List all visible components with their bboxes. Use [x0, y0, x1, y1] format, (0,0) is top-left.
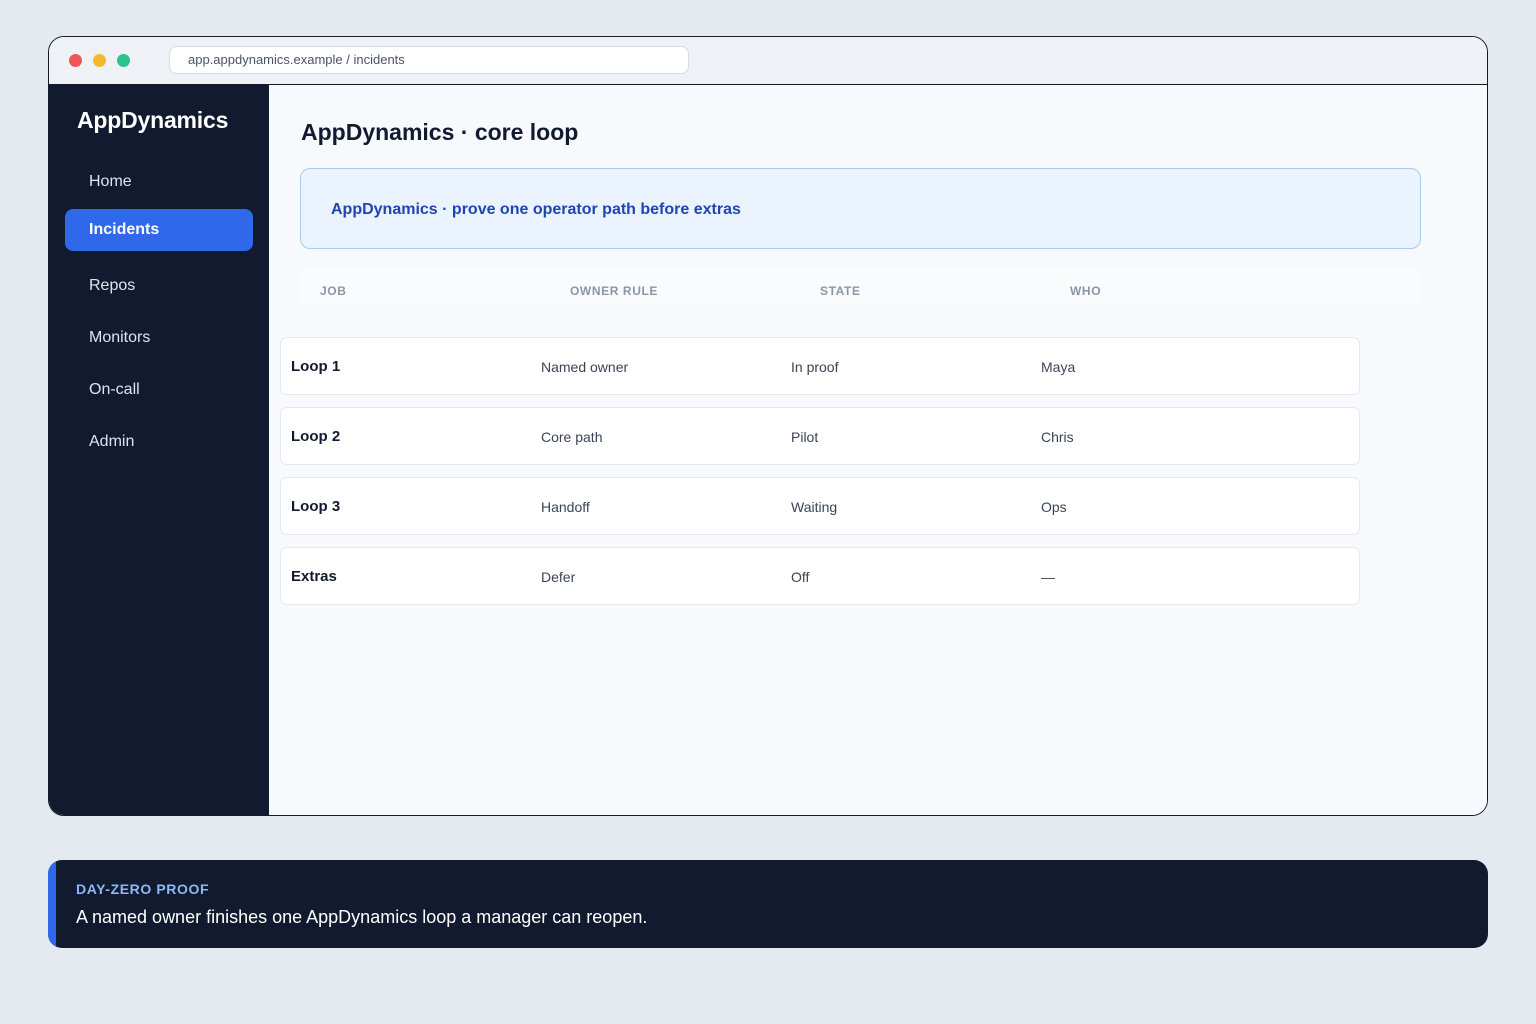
info-banner: AppDynamics · prove one operator path be… [300, 168, 1421, 249]
page-title: AppDynamics · core loop [301, 119, 579, 145]
cell-who: Ops [1041, 499, 1067, 515]
table-row[interactable]: Extras Defer Off — [280, 547, 1360, 605]
cell-who: — [1041, 569, 1055, 585]
callout-kicker: DAY-ZERO PROOF [76, 881, 210, 897]
app-logo[interactable]: AppDynamics [77, 107, 228, 134]
close-window-icon[interactable] [69, 54, 82, 67]
table-row[interactable]: Loop 1 Named owner In proof Maya [280, 337, 1360, 395]
cell-owner-rule: Named owner [541, 359, 629, 375]
cell-who: Chris [1041, 429, 1074, 445]
cell-owner-rule: Defer [541, 569, 576, 585]
cell-owner-rule: Core path [541, 429, 603, 445]
browser-chrome: app.appdynamics.example / incidents [49, 37, 1487, 85]
main-content: AppDynamics · core loop AppDynamics · pr… [269, 85, 1487, 815]
sidebar-item-admin[interactable]: Admin [65, 421, 253, 463]
sidebar: AppDynamics Home Incidents Repos Monitor… [49, 85, 269, 815]
sidebar-item-repos[interactable]: Repos [65, 265, 253, 307]
column-header-owner-rule[interactable]: OWNER RULE [570, 284, 658, 298]
cell-state: Pilot [791, 429, 819, 445]
sidebar-item-incidents[interactable]: Incidents [65, 209, 253, 251]
sidebar-item-home[interactable]: Home [65, 161, 253, 203]
browser-window: app.appdynamics.example / incidents AppD… [48, 36, 1488, 816]
column-header-state[interactable]: STATE [820, 284, 861, 298]
minimize-window-icon[interactable] [93, 54, 106, 67]
sidebar-item-on-call[interactable]: On-call [65, 369, 253, 411]
cell-who: Maya [1041, 359, 1076, 375]
cell-state: Off [791, 569, 810, 585]
cell-state: Waiting [791, 499, 838, 515]
column-header-who[interactable]: WHO [1070, 284, 1101, 298]
column-header-job[interactable]: JOB [320, 284, 346, 298]
cell-job: Loop 1 [291, 358, 341, 375]
sidebar-item-monitors[interactable]: Monitors [65, 317, 253, 359]
callout-panel: DAY-ZERO PROOF A named owner finishes on… [48, 860, 1488, 948]
table-row[interactable]: Loop 3 Handoff Waiting Ops [280, 477, 1360, 535]
table-row[interactable]: Loop 2 Core path Pilot Chris [280, 407, 1360, 465]
address-bar[interactable]: app.appdynamics.example / incidents [169, 46, 689, 74]
callout-accent-bar [48, 860, 56, 948]
cell-job: Loop 2 [291, 428, 341, 445]
cell-owner-rule: Handoff [541, 499, 590, 515]
cell-state: In proof [791, 359, 839, 375]
maximize-window-icon[interactable] [117, 54, 130, 67]
banner-text: AppDynamics · prove one operator path be… [331, 201, 741, 218]
table-header: JOB OWNER RULE STATE WHO [300, 269, 1421, 305]
callout-text: A named owner finishes one AppDynamics l… [76, 907, 648, 927]
cell-job: Extras [291, 568, 337, 585]
cell-job: Loop 3 [291, 498, 341, 515]
